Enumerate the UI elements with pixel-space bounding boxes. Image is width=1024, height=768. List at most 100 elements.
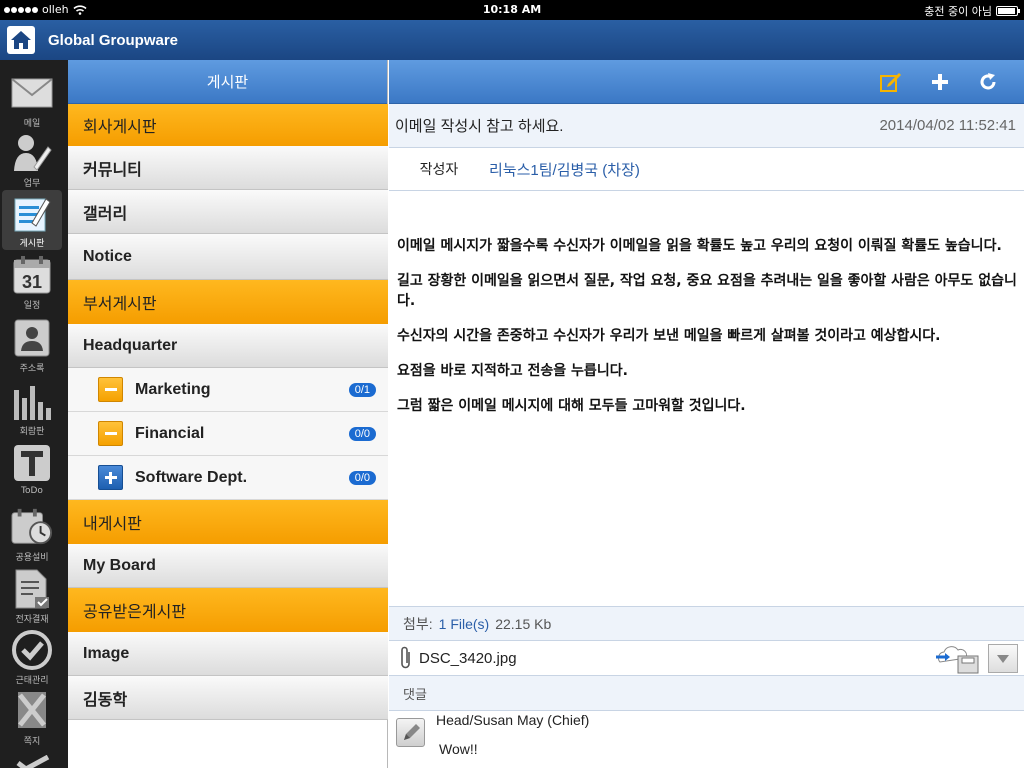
board-item-my-board[interactable]: My Board <box>68 544 388 588</box>
board-category-department[interactable]: 부서게시판 <box>68 280 388 324</box>
attachment-file-row[interactable]: DSC_3420.jpg <box>389 641 1024 676</box>
board-item-community[interactable]: 커뮤니티 <box>68 146 388 190</box>
dock-label: 쪽지 <box>23 737 41 747</box>
user-pen-icon <box>11 132 53 174</box>
dock-item-approval[interactable]: 전자결재 <box>2 566 62 626</box>
home-icon <box>11 31 31 49</box>
board-item-notice[interactable]: Notice <box>68 234 388 280</box>
dock-item-survey[interactable]: 회람판 <box>2 378 62 438</box>
unread-count-badge: 0/1 <box>348 382 376 397</box>
checkmark-icon <box>16 754 50 768</box>
board-row-label: 공유받은게시판 <box>83 604 187 621</box>
post-paragraph: 요점을 바로 지적하고 전송을 누릅니다. <box>397 363 628 379</box>
board-item-kim-donghak[interactable]: 김동학 <box>68 676 388 720</box>
compose-button[interactable] <box>879 70 903 94</box>
dock-item-calendar[interactable]: 31 일정 <box>2 252 62 312</box>
charging-status: 충전 중이 아님 <box>924 5 992 18</box>
dock-item-attendance[interactable]: 근태관리 <box>2 627 62 687</box>
board-row-label: Image <box>83 644 130 662</box>
board-item-financial[interactable]: Financial 0/0 <box>68 412 388 456</box>
dock-label: 주소록 <box>19 364 45 374</box>
note-x-icon <box>11 690 53 732</box>
dock-item-work[interactable]: 업무 <box>2 130 62 190</box>
comment-text: Wow!! <box>439 741 478 757</box>
dock-item-todo[interactable]: ToDo <box>2 440 62 500</box>
paperclip-icon <box>401 646 410 669</box>
board-row-label: My Board <box>83 556 156 574</box>
refresh-icon <box>980 73 996 90</box>
board-row-label: 부서게시판 <box>83 296 157 313</box>
board-item-gallery[interactable]: 갤러리 <box>68 190 388 234</box>
comment-edit-button[interactable] <box>396 718 425 747</box>
board-category-mine[interactable]: 내게시판 <box>68 500 388 544</box>
unread-count-badge: 0/0 <box>348 426 376 441</box>
board-list-panel: 게시판 회사게시판 커뮤니티 갤러리 Notice 부서게시판 Headquar… <box>68 60 388 768</box>
attachment-summary: 첨부: 1 File(s) 22.15 Kb <box>389 606 1024 641</box>
comment-item: Head/Susan May (Chief) Wow!! <box>389 711 1024 768</box>
collapse-toggle-icon[interactable] <box>98 377 123 402</box>
pencil-icon <box>403 723 420 740</box>
post-detail-panel: 이메일 작성시 참고 하세요. 2014/04/02 11:52:41 작성자 … <box>389 60 1024 768</box>
envelope-icon <box>11 72 53 114</box>
contact-card-icon <box>11 317 53 359</box>
document-check-icon <box>11 568 53 610</box>
board-item-image[interactable]: Image <box>68 632 388 676</box>
board-item-marketing[interactable]: Marketing 0/1 <box>68 368 388 412</box>
author-label: 작성자 <box>419 161 459 177</box>
triangle-down-icon <box>997 654 1009 663</box>
board-row-label: 커뮤니티 <box>83 161 142 179</box>
post-author-bar: 작성자 리눅스1팀/김병국 (차장) <box>389 148 1024 191</box>
dock-item-contacts[interactable]: 주소록 <box>2 315 62 375</box>
dock-item-board[interactable]: 게시판 <box>2 190 62 250</box>
unread-count-badge: 0/0 <box>348 470 376 485</box>
post-paragraph: 그럼 짧은 이메일 메시지에 대해 모두들 고마워할 것입니다. <box>397 398 746 414</box>
status-time: 10:18 AM <box>482 3 542 16</box>
post-paragraph: 수신자의 시간을 존중하고 수신자가 우리가 보낸 메일을 빠르게 살펴볼 것이… <box>397 328 941 344</box>
dock-label: 메일 <box>23 119 41 129</box>
dock-item-note[interactable]: 쪽지 <box>2 688 62 748</box>
board-category-company[interactable]: 회사게시판 <box>68 104 388 146</box>
file-options-dropdown[interactable] <box>988 644 1018 673</box>
board-row-label: 회사게시판 <box>83 119 157 136</box>
plus-icon <box>932 74 948 90</box>
dock-label: 회람판 <box>19 427 45 437</box>
app-titlebar: Global Groupware <box>0 20 1024 60</box>
add-button[interactable] <box>928 70 952 94</box>
board-row-label: Software Dept. <box>135 468 248 486</box>
app-title: Global Groupware <box>48 31 179 49</box>
dock-label: 게시판 <box>19 239 45 249</box>
calendar-day: 31 <box>22 272 42 292</box>
module-dock: 메일 업무 게시판 31 일정 주소록 회람판 ToDo 공용설비 전자결재 근… <box>0 60 68 768</box>
dock-item-mail[interactable]: 메일 <box>2 70 62 130</box>
board-edit-icon <box>11 192 53 234</box>
dock-label: 일정 <box>23 301 41 311</box>
board-row-label: Marketing <box>135 380 211 398</box>
board-panel-title: 게시판 <box>68 60 387 104</box>
collapse-toggle-icon[interactable] <box>98 421 123 446</box>
bar-chart-icon <box>11 380 53 422</box>
calendar-clock-icon <box>11 506 53 548</box>
dock-label: 공용설비 <box>15 553 49 563</box>
refresh-button[interactable] <box>976 70 1000 94</box>
board-category-shared[interactable]: 공유받은게시판 <box>68 588 388 632</box>
board-item-software-dept[interactable]: Software Dept. 0/0 <box>68 456 388 500</box>
board-row-label: 내게시판 <box>83 516 142 533</box>
author-link[interactable]: 리눅스1팀/김병국 (차장) <box>489 159 640 180</box>
dock-item-facility[interactable]: 공용설비 <box>2 504 62 564</box>
comment-author: Head/Susan May (Chief) <box>436 712 590 728</box>
home-button[interactable] <box>7 26 35 54</box>
post-paragraph: 길고 장황한 이메일을 읽으면서 질문, 작업 요청, 중요 요점을 추려내는 … <box>397 273 1017 309</box>
dock-label: 근태관리 <box>15 676 49 686</box>
attachment-size: 22.15 Kb <box>495 615 552 632</box>
cloud-save-icon <box>936 646 979 674</box>
post-date: 2014/04/02 11:52:41 <box>879 117 1016 134</box>
board-item-headquarter[interactable]: Headquarter <box>68 324 388 368</box>
dock-label: 업무 <box>23 179 41 189</box>
attachment-count-link[interactable]: 1 File(s) <box>439 616 490 632</box>
expand-toggle-icon[interactable] <box>98 465 123 490</box>
cloud-save-button[interactable] <box>932 644 982 678</box>
board-row-label: Notice <box>83 247 132 265</box>
battery-icon <box>996 6 1020 16</box>
attachment-label: 첨부: <box>403 615 433 632</box>
attachment-file-name[interactable]: DSC_3420.jpg <box>419 650 517 667</box>
